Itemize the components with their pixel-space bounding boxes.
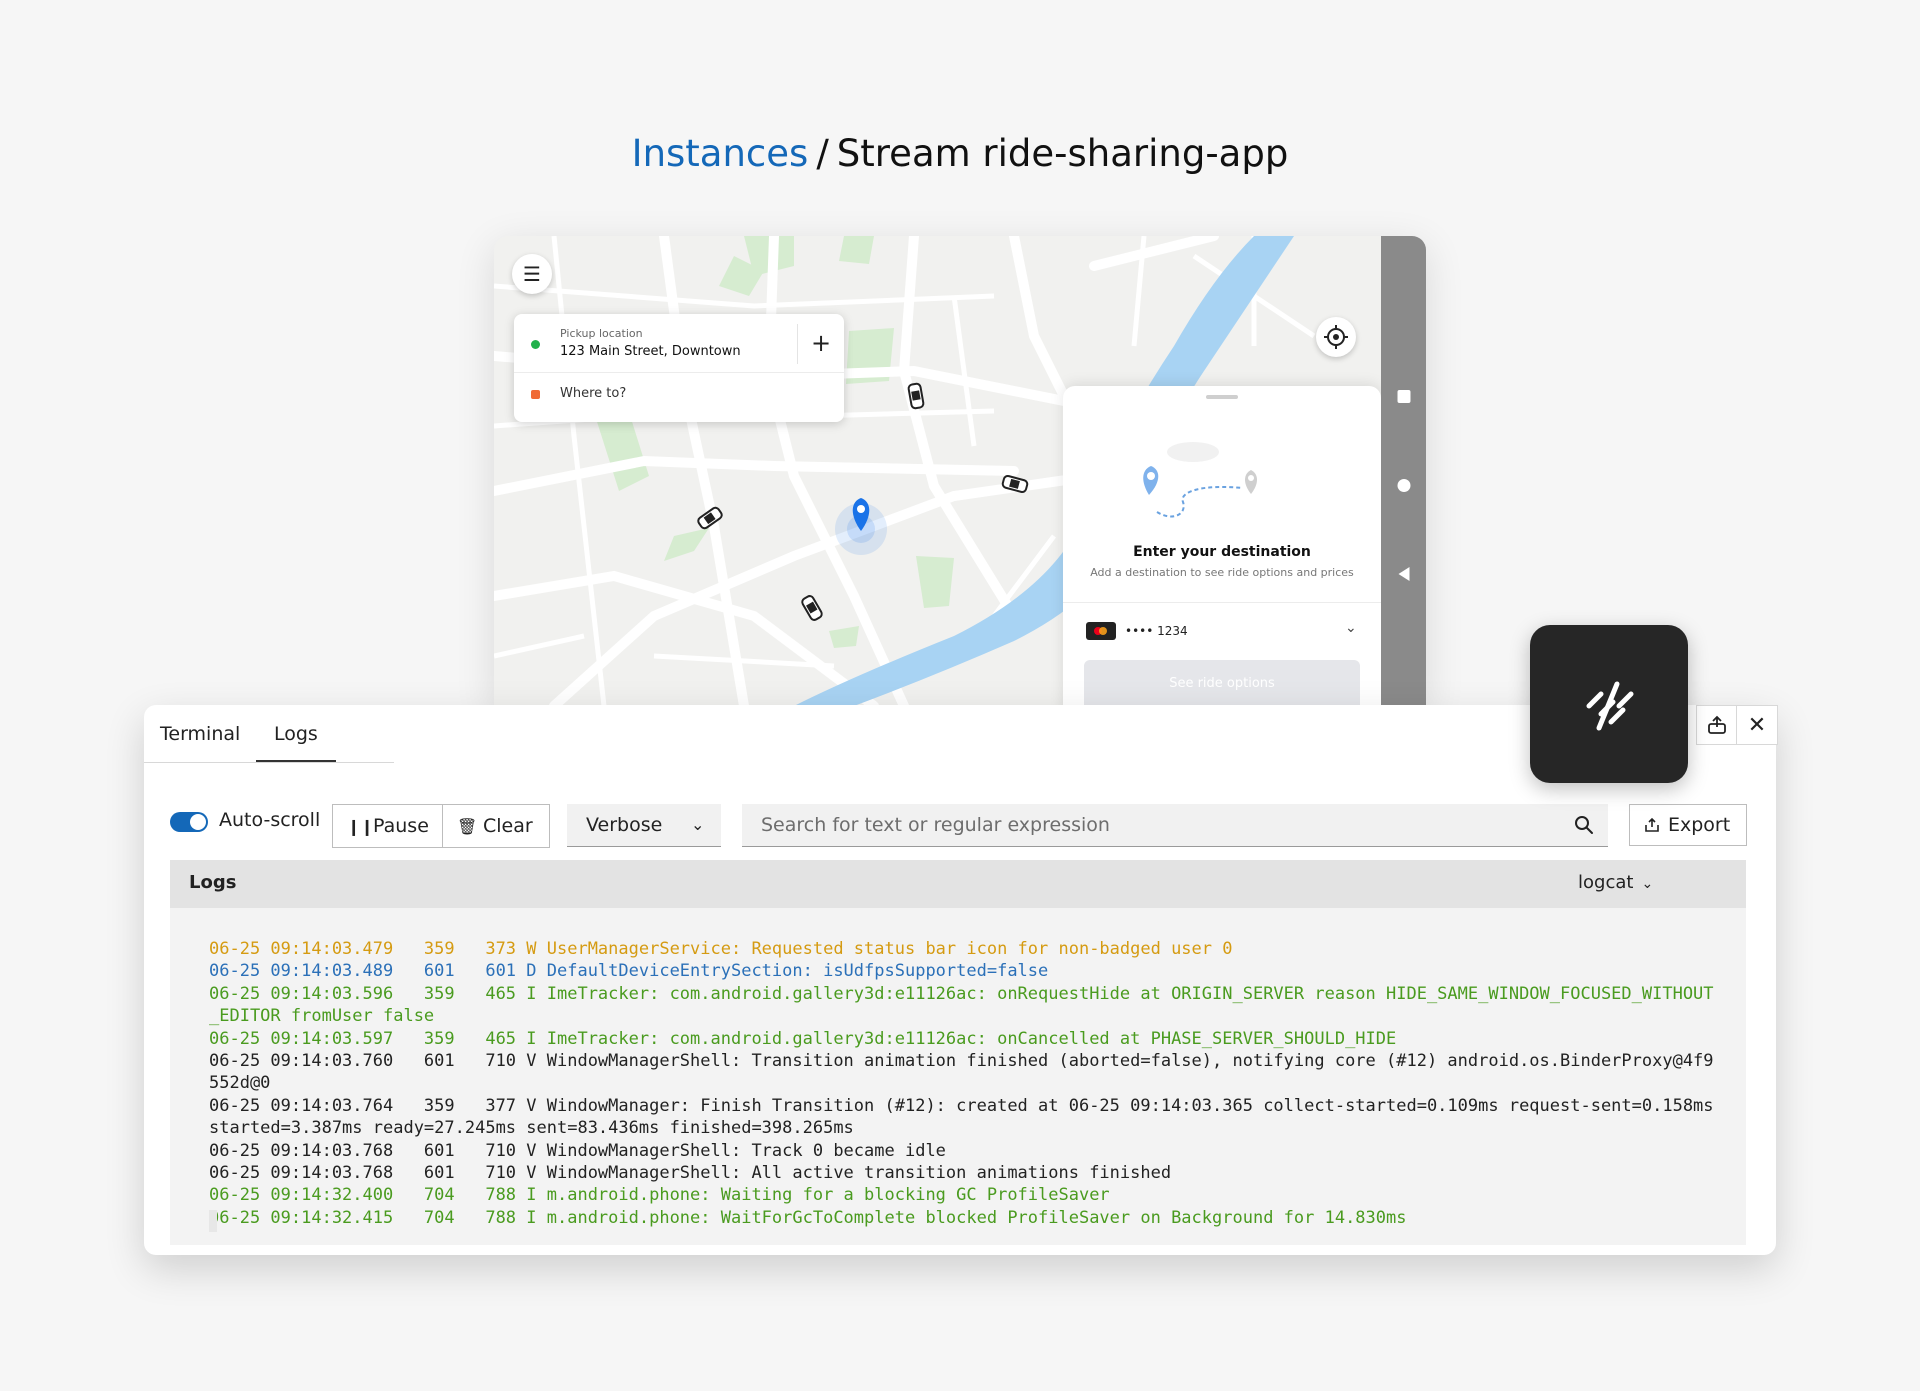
menu-button[interactable]: ☰: [512, 254, 552, 294]
search-box: [742, 804, 1608, 847]
log-viewer[interactable]: Logs logcat ⌄ 06-25 09:14:03.479 359 373 …: [170, 860, 1746, 1245]
logs-panel: Terminal Logs ✕ Auto-scroll ❙❙Pause 🗑 Cle…: [144, 705, 1778, 1255]
breadcrumb: Instances / Stream ride-sharing-app: [0, 132, 1920, 175]
dock-icon: [1708, 715, 1726, 734]
payment-card-number[interactable]: •••• 1234: [1125, 624, 1188, 638]
device-nav-bar: [1381, 236, 1426, 706]
page-title: Stream ride-sharing-app: [836, 132, 1289, 175]
export-label: Export: [1668, 814, 1731, 836]
clear-label: Clear: [483, 815, 533, 837]
divider: [514, 372, 844, 373]
log-line: 06-25 09:14:03.768 601 710 V WindowManag…: [209, 1163, 1172, 1184]
mastercard-icon: [1086, 622, 1116, 640]
pause-icon: ❙❙: [347, 817, 374, 836]
divider: [797, 324, 798, 364]
destination-dot-icon: [531, 390, 540, 399]
export-button[interactable]: Export: [1629, 804, 1747, 846]
pickup-dot-icon: [531, 340, 540, 349]
log-line: 06-25 09:14:03.764 359 377 V WindowManag…: [209, 1095, 1724, 1139]
log-lines: 06-25 09:14:03.479 359 373 W UserManager…: [209, 938, 1719, 1229]
stream-slash-icon: [1586, 681, 1634, 731]
log-line: 06-25 09:14:03.597 359 465 I ImeTracker:…: [209, 1028, 1397, 1049]
pause-label: Pause: [373, 815, 429, 837]
autoscroll-toggle[interactable]: [170, 812, 208, 832]
pickup-label: Pickup location: [560, 327, 643, 340]
route-illustration: [1143, 442, 1257, 518]
sheet-subtitle: Add a destination to see ride options an…: [1090, 566, 1354, 579]
log-header: Logs logcat ⌄: [170, 860, 1746, 908]
autoscroll-label: Auto-scroll: [219, 809, 321, 831]
log-header-title: Logs: [189, 872, 237, 893]
home-button[interactable]: [1397, 479, 1410, 492]
log-line: 06-25 09:14:03.768 601 710 V WindowManag…: [209, 1140, 946, 1161]
pickup-value[interactable]: 123 Main Street, Downtown: [560, 344, 741, 359]
pause-button[interactable]: ❙❙Pause: [333, 805, 443, 847]
chevron-down-icon[interactable]: ⌄: [1345, 620, 1357, 636]
destination-sheet: Enter your destination Add a destination…: [1063, 386, 1381, 706]
recents-button[interactable]: [1397, 390, 1410, 403]
hamburger-icon: ☰: [523, 262, 541, 286]
search-input[interactable]: [742, 804, 1561, 846]
back-button[interactable]: [1398, 567, 1409, 581]
tab-logs[interactable]: Logs: [274, 705, 318, 761]
clear-button[interactable]: 🗑 Clear: [443, 805, 549, 847]
plus-icon: +: [810, 329, 832, 357]
log-level-value: Verbose: [586, 814, 663, 836]
pause-clear-group: ❙❙Pause 🗑 Clear: [332, 804, 550, 848]
sheet-title: Enter your destination: [1133, 544, 1311, 560]
log-line: 06-25 09:14:03.760 601 710 V WindowManag…: [209, 1051, 1714, 1094]
location-card: Pickup location 123 Main Street, Downtow…: [514, 314, 844, 422]
tab-terminal[interactable]: Terminal: [160, 705, 240, 761]
see-ride-options-button[interactable]: See ride options: [1084, 660, 1360, 706]
my-location-button[interactable]: [1316, 317, 1356, 357]
log-line: 06-25 09:14:03.596 359 465 I ImeTracker:…: [209, 983, 1714, 1027]
search-icon[interactable]: [1574, 815, 1594, 835]
breadcrumb-separator: /: [816, 132, 829, 175]
dock-button[interactable]: [1696, 705, 1738, 745]
log-level-select[interactable]: Verbose ⌄: [567, 804, 721, 847]
add-stop-button[interactable]: +: [804, 326, 838, 360]
stream-badge: [1530, 625, 1688, 783]
divider: [144, 762, 394, 763]
crosshair-icon: [1324, 325, 1348, 349]
close-button[interactable]: ✕: [1736, 705, 1778, 745]
log-line: 06-25 09:14:32.400 704 788 I m.android.p…: [209, 1185, 1110, 1206]
destination-field[interactable]: Where to?: [560, 386, 626, 401]
device-screen[interactable]: ☰ Pickup location 123 Main Street, Downt…: [494, 236, 1426, 706]
chevron-down-icon: ⌄: [1641, 876, 1654, 892]
divider: [1063, 602, 1381, 603]
sheet-handle[interactable]: [1206, 395, 1238, 399]
log-source-value: logcat: [1578, 872, 1634, 893]
log-cursor: [209, 1210, 217, 1232]
breadcrumb-link-instances[interactable]: Instances: [632, 132, 809, 175]
close-icon: ✕: [1747, 712, 1767, 738]
share-icon: [1645, 817, 1659, 832]
log-source-select[interactable]: logcat ⌄: [1578, 872, 1653, 893]
trash-icon: 🗑: [457, 817, 478, 836]
log-line: 06-25 09:14:03.479 359 373 W UserManager…: [209, 939, 1233, 959]
log-line: 06-25 09:14:03.489 601 601 D DefaultDevi…: [209, 961, 1049, 982]
chevron-down-icon: ⌄: [691, 815, 705, 834]
log-line: 06-25 09:14:32.415 704 788 I m.android.p…: [209, 1207, 1407, 1228]
